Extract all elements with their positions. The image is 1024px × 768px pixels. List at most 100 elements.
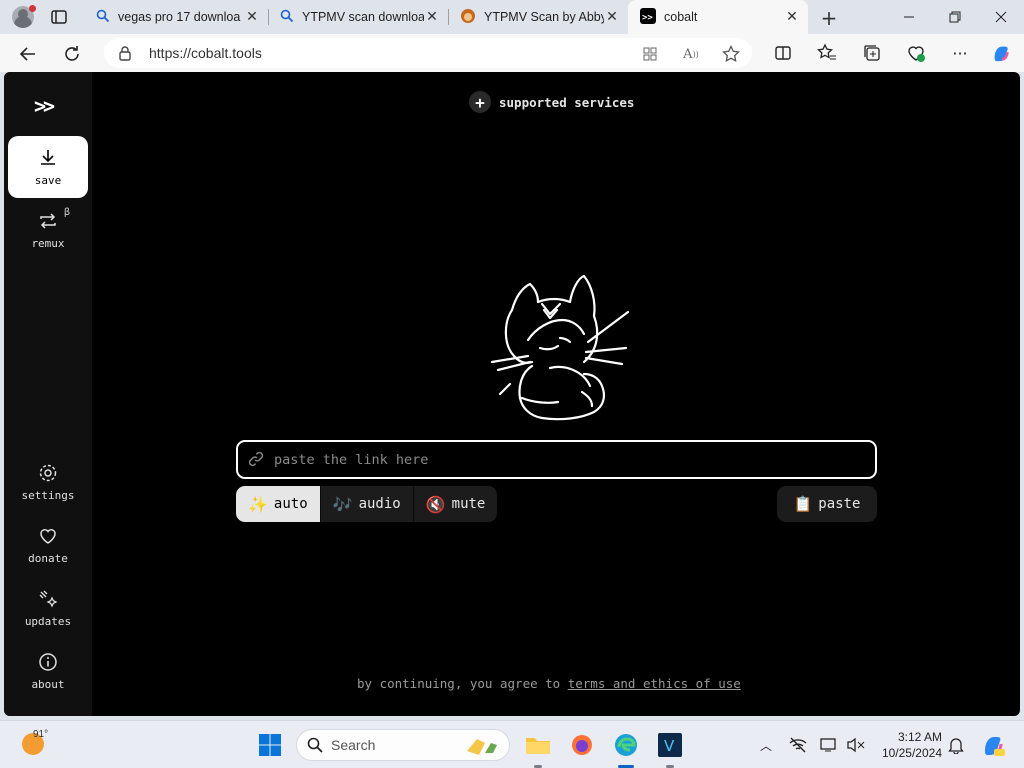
sidebar-item-label: about [31,677,65,691]
paste-button[interactable]: 📋 paste [777,486,877,522]
windows-logo-icon [259,734,281,756]
split-screen-icon[interactable] [773,43,793,63]
firefox-icon[interactable] [566,729,598,761]
tab-close-icon[interactable]: ✕ [784,9,800,25]
tab-title: cobalt [664,10,698,24]
sidebar: >> save remux β settings donate updates … [4,72,92,716]
sidebar-item-label: donate [28,551,68,565]
sidebar-item-donate[interactable]: donate [8,514,88,576]
plus-icon: + [469,91,491,113]
edge-icon[interactable] [610,729,642,761]
tab-title: YTPMV Scan by Abby [484,10,604,24]
mode-auto-button[interactable]: ✨ auto [236,486,321,522]
browser-essentials-icon[interactable] [906,43,926,63]
clock-time: 3:12 AM [897,730,942,744]
sparkles-icon: ✨ [248,494,268,514]
download-icon [41,149,55,165]
mode-mute-button[interactable]: 🔇 mute [414,486,498,522]
show-hidden-icons-chevron-icon[interactable]: ︿ [756,735,776,755]
vegas-pro-icon[interactable]: V [654,729,686,761]
url-box[interactable]: https://cobalt.tools A)) [104,38,752,68]
taskbar: 91° Search V ︿ 3:12 AM 10/25/2024 [0,720,1024,768]
remux-icon [40,212,56,229]
sidebar-item-about[interactable]: about [8,640,88,702]
new-tab-button[interactable]: + [818,6,840,30]
download-mode-switcher: ✨ auto 🎶 audio 🔇 mute [236,486,498,522]
tab-close-icon[interactable]: ✕ [244,9,260,25]
mode-label: mute [451,496,486,512]
cobalt-logo[interactable]: >> [34,94,55,118]
restore-button[interactable] [932,0,978,34]
link-input[interactable] [274,448,864,472]
sidebar-item-label: updates [24,614,72,628]
heart-icon [40,528,56,544]
music-notes-icon: 🎶 [332,494,353,514]
search-icon [96,9,110,26]
sidebar-item-updates[interactable]: updates [8,577,88,639]
favicon-face-icon [460,8,476,27]
read-aloud-icon[interactable]: A)) [682,45,700,63]
url-text[interactable]: https://cobalt.tools [149,45,262,61]
tab-close-icon[interactable]: ✕ [424,9,440,25]
link-icon [248,451,264,471]
back-button[interactable] [16,42,40,66]
weather-temperature: 91° [33,729,49,740]
search-icon [307,737,323,757]
sidebar-item-label: save [34,173,62,187]
cat-mascot-illustration [490,274,630,421]
notification-bell-icon[interactable] [946,735,966,755]
svg-text:>>: >> [642,13,653,23]
sparkle-icon [39,590,58,607]
minimize-button[interactable] [886,0,932,34]
supported-services-button[interactable]: + supported services [469,91,634,113]
collections-icon[interactable] [862,43,882,63]
terms-prefix: by continuing, you agree to [357,676,568,691]
tab-strip: vegas pro 17 downloa ✕ YTPMV scan downlo… [0,0,1024,34]
display-icon[interactable] [819,735,839,755]
close-window-button[interactable] [978,0,1024,34]
favorite-star-icon[interactable] [722,45,740,63]
lock-icon[interactable] [118,45,132,65]
clock-date: 10/25/2024 [881,746,942,760]
sidebar-item-label: settings [21,488,75,502]
copilot-icon[interactable] [991,43,1011,63]
search-label: Search [331,737,376,753]
link-input-box[interactable] [236,440,877,479]
tab-close-icon[interactable]: ✕ [604,9,620,25]
muted-speaker-icon: 🔇 [425,494,446,514]
cobalt-favicon-icon: >> [640,7,656,27]
tab-vegas-search[interactable]: vegas pro 17 downloa ✕ [84,0,268,34]
app-available-icon[interactable] [641,45,659,63]
sidebar-item-label: remux [31,236,65,250]
terms-notice: by continuing, you agree to terms and et… [357,676,741,691]
tab-ytpmv-search[interactable]: YTPMV scan downloa ✕ [268,0,448,34]
tab-ytpmv-scan[interactable]: YTPMV Scan by Abby ✕ [448,0,628,34]
web-page: >> save remux β settings donate updates … [4,72,1020,716]
refresh-button[interactable] [60,42,84,66]
profile-notification-dot [29,5,36,12]
more-options-icon[interactable]: ··· [950,43,970,63]
volume-muted-icon[interactable] [846,735,866,755]
search-icon [280,9,294,26]
mode-label: auto [273,496,308,512]
file-explorer-icon[interactable] [522,729,554,761]
favorites-icon[interactable] [817,43,837,63]
tab-title: vegas pro 17 downloa [118,10,241,24]
network-offline-icon[interactable] [788,735,808,755]
terms-link[interactable]: terms and ethics of use [568,676,741,691]
svg-text:V: V [664,737,675,755]
tab-cobalt[interactable]: >> cobalt ✕ [628,0,808,34]
sidebar-item-save[interactable]: save [8,136,88,198]
sidebar-item-remux[interactable]: remux β [8,199,88,261]
taskbar-search-box[interactable]: Search [296,729,510,761]
info-icon [39,652,57,671]
copilot-taskbar-icon[interactable] [980,732,1006,758]
sidebar-item-settings[interactable]: settings [8,451,88,513]
mode-label: audio [358,496,401,512]
tab-actions-icon[interactable] [50,8,68,26]
mode-audio-button[interactable]: 🎶 audio [321,486,414,522]
paste-label: paste [818,496,861,512]
start-button[interactable] [254,729,286,761]
tab-title: YTPMV scan downloa [302,10,424,24]
clock[interactable]: 3:12 AM 10/25/2024 [876,729,942,761]
